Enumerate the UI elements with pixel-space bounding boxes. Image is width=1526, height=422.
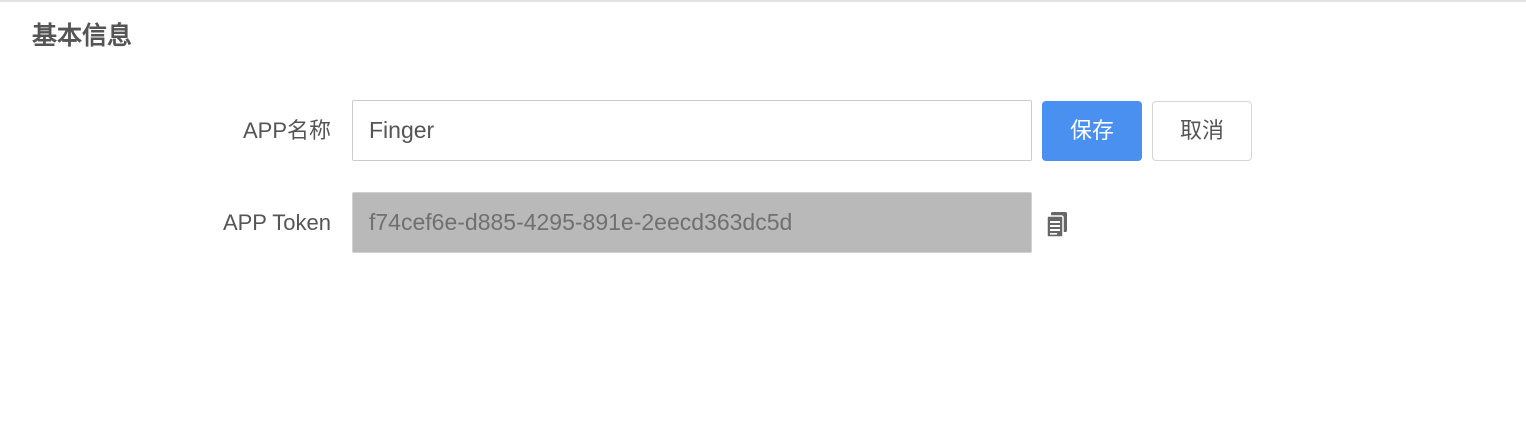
copy-icon[interactable] — [1045, 211, 1069, 239]
save-button[interactable]: 保存 — [1042, 101, 1142, 161]
app-token-field[interactable] — [352, 192, 1032, 253]
top-divider — [0, 0, 1526, 2]
app-token-label: APP Token — [222, 210, 331, 235]
app-name-label: APP名称 — [242, 118, 331, 143]
cancel-button[interactable]: 取消 — [1152, 101, 1252, 161]
app-name-input[interactable] — [352, 100, 1032, 161]
section-title: 基本信息 — [32, 22, 133, 50]
